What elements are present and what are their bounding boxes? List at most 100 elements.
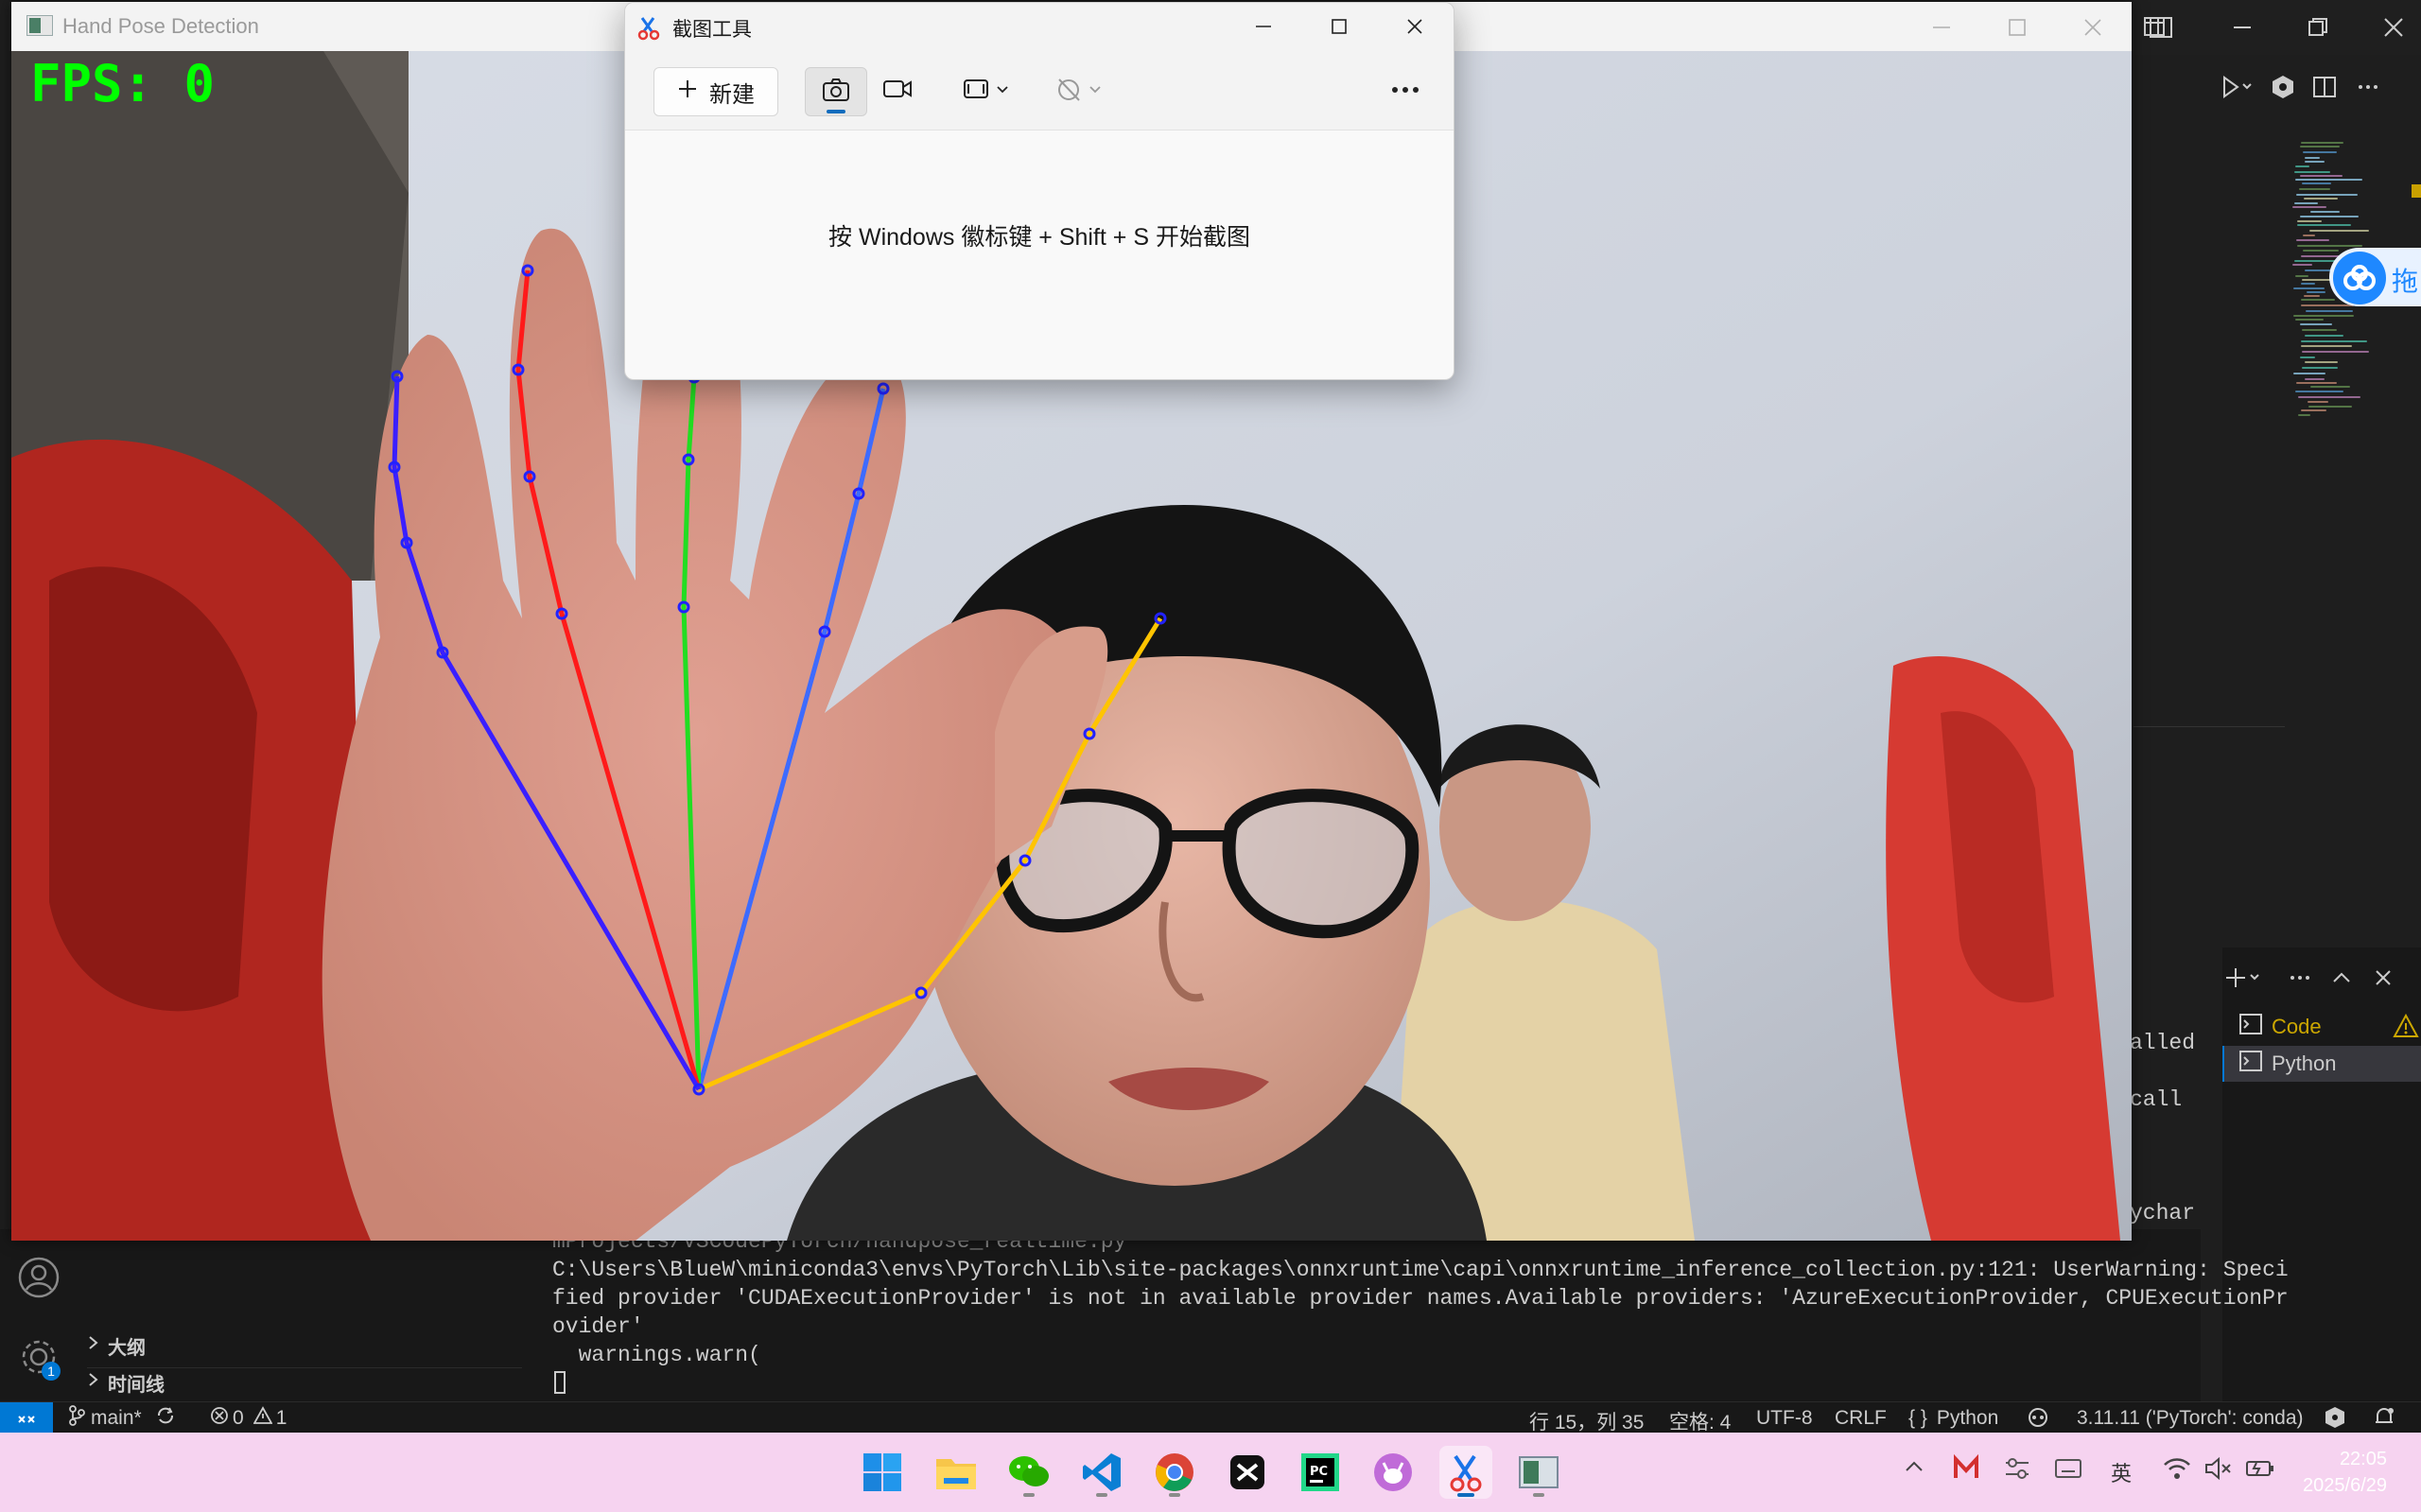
minimap-line	[2293, 315, 2354, 317]
wechat-button[interactable]	[1002, 1446, 1055, 1499]
line-ending[interactable]: CRLF	[1835, 1407, 1887, 1430]
minimap-line	[2301, 299, 2335, 301]
minimap-line	[2301, 283, 2315, 285]
minimap-line	[2308, 406, 2352, 408]
clock[interactable]: 22:05 2025/6/29	[2289, 1446, 2387, 1499]
close-panel-icon[interactable]	[2368, 963, 2398, 998]
split-editor-icon[interactable]	[2309, 72, 2340, 107]
sync-icon[interactable]	[155, 1405, 176, 1432]
cat-app-button[interactable]	[1367, 1446, 1420, 1499]
snipping-tool-button[interactable]	[1439, 1446, 1492, 1499]
copilot-status-icon[interactable]	[2026, 1405, 2050, 1435]
tray-app-icon[interactable]	[1952, 1453, 1980, 1486]
file-explorer-button[interactable]	[930, 1446, 983, 1499]
indentation[interactable]: 空格: 4	[1669, 1407, 1731, 1435]
terminal-line: fied provider 'CUDAExecutionProvider' is…	[552, 1286, 2289, 1311]
minimize-icon[interactable]	[1249, 12, 1278, 45]
tray-settings-icon[interactable]	[2003, 1455, 2031, 1486]
split-layout-icon[interactable]	[2147, 13, 2175, 46]
minimap-line	[2302, 329, 2337, 331]
pycharm-button[interactable]: PC	[1294, 1446, 1347, 1499]
close-icon[interactable]	[2079, 13, 2107, 47]
minimize-icon[interactable]	[2228, 13, 2256, 46]
minimap-line	[2305, 161, 2325, 163]
vscode-button[interactable]	[1075, 1446, 1128, 1499]
minimap-line	[2301, 142, 2343, 144]
settings-icon[interactable]: 1	[17, 1335, 61, 1383]
maximize-panel-icon[interactable]	[2326, 963, 2357, 998]
restore-icon[interactable]	[2304, 13, 2332, 46]
window-app-button[interactable]	[1512, 1446, 1565, 1499]
vscode-icon	[1083, 1453, 1121, 1491]
terminal-tab-code[interactable]: Code	[2222, 1010, 2421, 1044]
show-hidden-icons[interactable]	[1903, 1457, 1925, 1481]
wifi-icon[interactable]	[2162, 1455, 2192, 1486]
ime-indicator[interactable]: 英	[2111, 1457, 2132, 1487]
encoding[interactable]: UTF-8	[1756, 1407, 1813, 1430]
notifications-icon[interactable]	[2372, 1405, 2396, 1435]
battery-icon[interactable]	[2245, 1455, 2275, 1486]
close-icon[interactable]	[2379, 13, 2408, 46]
terminal[interactable]: mProjects/VSCodePyTorch/handpose_realtim…	[522, 1229, 2289, 1401]
terminal-fragment: ychar	[2130, 1201, 2196, 1225]
terminal-tab-python[interactable]: Python	[2222, 1046, 2421, 1082]
maximize-icon[interactable]	[1325, 12, 1353, 45]
chrome-icon	[1156, 1453, 1193, 1491]
problems-item[interactable]: 0 1	[210, 1405, 287, 1432]
plus-icon	[677, 78, 698, 106]
minimap-line	[2303, 250, 2339, 252]
terminal-tab-label: Code	[2272, 1015, 2322, 1038]
active-indicator	[827, 110, 845, 113]
branch-item[interactable]: main*	[68, 1405, 176, 1432]
minimap-line	[2308, 401, 2328, 403]
start-button[interactable]	[856, 1446, 909, 1499]
running-indicator	[1096, 1493, 1107, 1497]
new-snip-button[interactable]: 新建	[653, 67, 778, 116]
account-icon[interactable]	[17, 1256, 61, 1304]
keyboard-icon[interactable]	[2054, 1457, 2082, 1485]
minimap-line	[2294, 202, 2318, 204]
timeline-section[interactable]: 时间线	[87, 1367, 522, 1397]
minimap-line	[2304, 198, 2338, 200]
floating-cloud-button[interactable]: 拖	[2329, 248, 2421, 306]
delay-dropdown[interactable]	[1043, 67, 1113, 114]
chrome-button[interactable]	[1148, 1446, 1201, 1499]
chevron-right-icon	[87, 1334, 100, 1357]
minimap-line	[2305, 335, 2343, 337]
close-icon[interactable]	[1401, 12, 1429, 45]
minimap-line	[2302, 351, 2369, 353]
more-options-button[interactable]	[1382, 67, 1429, 114]
video-icon	[882, 78, 913, 105]
snip-shape-dropdown[interactable]	[950, 67, 1020, 114]
run-icon[interactable]	[2217, 72, 2255, 107]
start-icon	[863, 1453, 901, 1491]
explorer-sidebar: 大纲 时间线	[78, 1239, 523, 1401]
activity-bar: 1	[0, 1229, 78, 1401]
maximize-icon[interactable]	[2003, 13, 2031, 47]
copilot-icon[interactable]	[2268, 72, 2298, 107]
minimap-line	[2299, 188, 2330, 190]
minimize-icon[interactable]	[1927, 13, 1956, 47]
chevron-right-icon	[87, 1371, 100, 1394]
more-actions-icon[interactable]	[2353, 72, 2383, 107]
python-interpreter[interactable]: 3.11.11 ('PyTorch': conda)	[2077, 1407, 2304, 1430]
capcut-button[interactable]	[1221, 1446, 1274, 1499]
file-explorer-icon	[936, 1459, 976, 1489]
new-terminal-icon[interactable]	[2222, 963, 2264, 998]
screenshot-mode-button[interactable]	[805, 67, 867, 116]
rectangle-snip-icon	[962, 77, 990, 106]
editor-divider	[2134, 726, 2285, 727]
minimap-line	[2305, 157, 2320, 159]
volume-muted-icon[interactable]	[2203, 1455, 2232, 1486]
copilot-icon[interactable]	[2323, 1405, 2347, 1435]
minimap-line	[2302, 367, 2338, 369]
minimap-line	[2297, 245, 2362, 247]
record-mode-button[interactable]	[867, 67, 928, 114]
snip-titlebar[interactable]: 截图工具	[625, 3, 1454, 50]
remote-indicator[interactable]	[0, 1402, 53, 1434]
more-icon[interactable]	[2285, 963, 2315, 998]
cursor-position[interactable]: 行 15，列 35	[1529, 1407, 1644, 1435]
active-indicator	[1457, 1493, 1474, 1497]
outline-section[interactable]: 大纲	[87, 1331, 146, 1360]
language-mode[interactable]: { } Python	[1908, 1407, 1998, 1430]
